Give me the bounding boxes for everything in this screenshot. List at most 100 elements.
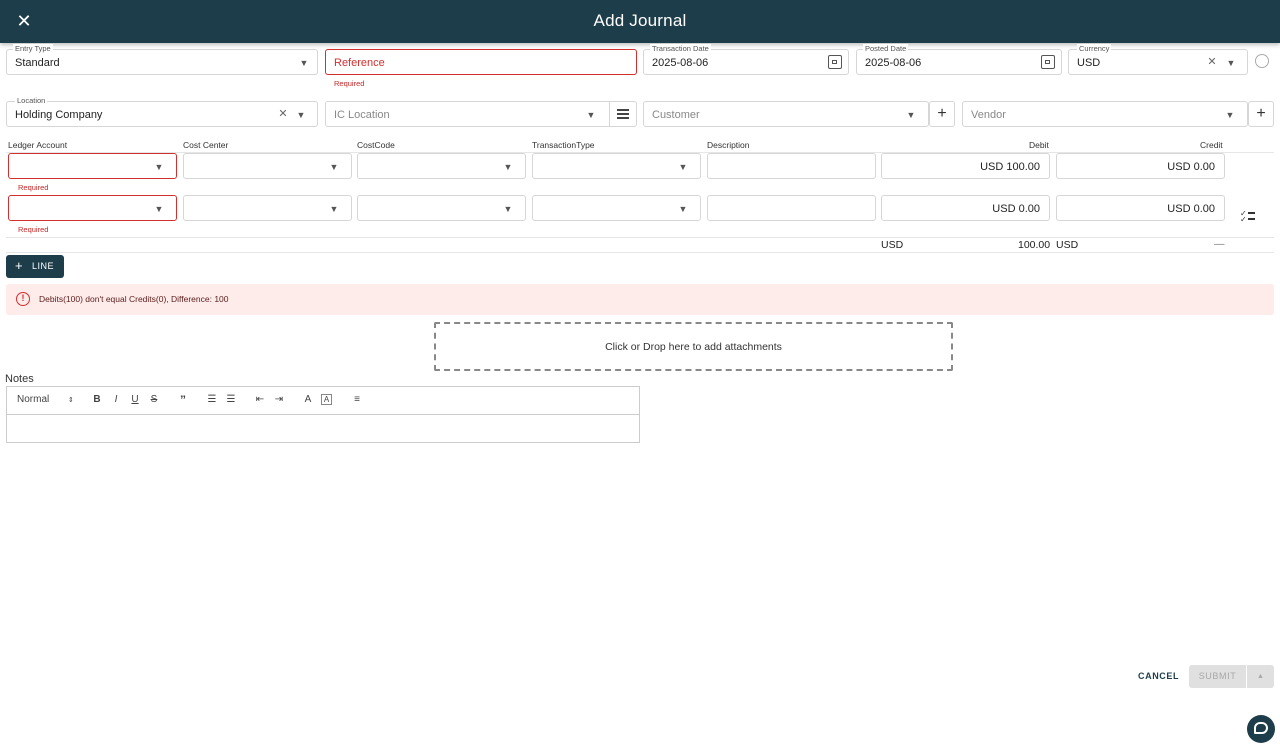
attachments-dropzone[interactable]: Click or Drop here to add attachments xyxy=(434,322,953,371)
cost-center-select[interactable]: ▼ xyxy=(183,153,352,179)
balance-error-message: Debits(100) don't equal Credits(0), Diff… xyxy=(39,294,229,304)
credit-input[interactable]: USD 0.00 xyxy=(1056,153,1225,179)
customer-select[interactable]: Customer ▼ xyxy=(643,101,929,127)
column-header-transaction-type: TransactionType xyxy=(532,140,595,150)
bold-icon[interactable]: B xyxy=(91,394,103,406)
list-menu-icon[interactable] xyxy=(609,102,636,126)
add-vendor-button[interactable]: + xyxy=(1248,101,1274,127)
chevron-down-icon: ▼ xyxy=(678,204,688,214)
ic-location-placeholder: IC Location xyxy=(334,109,390,121)
calendar-icon[interactable] xyxy=(1041,55,1055,69)
page-title: Add Journal xyxy=(593,11,687,30)
location-value: Holding Company xyxy=(15,109,103,121)
bullet-list-icon[interactable]: ☰ xyxy=(225,394,237,406)
chevron-down-icon: ▼ xyxy=(503,162,513,172)
chevron-down-icon[interactable]: ▼ xyxy=(586,110,596,120)
background-color-icon[interactable]: A xyxy=(321,394,332,405)
notes-content[interactable] xyxy=(7,415,639,442)
ledger-account-select[interactable]: ▼ xyxy=(8,195,177,221)
reference-required-error: Required xyxy=(334,79,365,88)
currency-label: Currency xyxy=(1077,44,1112,53)
calendar-icon[interactable] xyxy=(828,55,842,69)
location-select[interactable]: Holding Company ✕ ▼ xyxy=(6,101,318,127)
debit-input[interactable]: USD 100.00 xyxy=(881,153,1050,179)
ledger-account-required-error: Required xyxy=(18,183,49,192)
column-header-debit: Debit xyxy=(1029,140,1049,150)
transaction-type-select[interactable]: ▼ xyxy=(532,195,701,221)
add-customer-button[interactable]: + xyxy=(929,101,955,127)
attachments-text: Click or Drop here to add attachments xyxy=(605,341,782,353)
outdent-icon[interactable]: ⇤ xyxy=(254,394,266,406)
ordered-list-icon[interactable]: ☰ xyxy=(206,394,218,406)
description-input[interactable] xyxy=(707,153,876,179)
chevron-down-icon[interactable]: ▼ xyxy=(1225,110,1235,120)
add-line-label: LINE xyxy=(32,261,55,271)
entry-type-value: Standard xyxy=(15,57,60,69)
transaction-date-value: 2025-08-06 xyxy=(652,57,709,69)
cancel-button[interactable]: CANCEL xyxy=(1138,671,1179,681)
submit-options-icon[interactable]: ▲ xyxy=(1247,665,1274,688)
indent-icon[interactable]: ⇥ xyxy=(273,394,285,406)
transaction-type-select[interactable]: ▼ xyxy=(532,153,701,179)
chevron-down-icon: ▼ xyxy=(678,162,688,172)
notes-label: Notes xyxy=(5,373,34,385)
cost-center-select[interactable]: ▼ xyxy=(183,195,352,221)
text-color-icon[interactable]: A xyxy=(302,394,314,406)
debit-value: USD 100.00 xyxy=(980,161,1040,173)
ledger-account-select[interactable]: ▼ xyxy=(8,153,177,179)
chat-support-icon[interactable] xyxy=(1247,715,1275,743)
chevron-down-icon[interactable]: ▼ xyxy=(1226,58,1236,68)
reference-placeholder: Reference xyxy=(334,57,385,69)
ic-location-select[interactable]: IC Location ▼ xyxy=(325,101,637,127)
chevron-down-icon: ▼ xyxy=(329,162,339,172)
blockquote-icon[interactable]: ” xyxy=(177,394,189,406)
history-icon[interactable] xyxy=(1255,54,1269,68)
app-header: ✕ Add Journal xyxy=(0,0,1280,43)
chevron-down-icon: ▼ xyxy=(299,58,309,68)
italic-icon[interactable]: I xyxy=(110,394,122,406)
chevron-down-icon: ▼ xyxy=(154,204,164,214)
column-header-cost-center: Cost Center xyxy=(183,140,229,150)
vendor-placeholder: Vendor xyxy=(971,109,1006,121)
format-arrows-icon: ⇕ xyxy=(68,397,74,404)
add-line-button[interactable]: + LINE xyxy=(6,255,64,278)
underline-icon[interactable]: U xyxy=(129,394,141,406)
plus-icon: + xyxy=(15,258,24,273)
credit-value: USD 0.00 xyxy=(1167,161,1215,173)
align-icon[interactable]: ≡ xyxy=(351,394,363,406)
clear-icon[interactable]: ✕ xyxy=(278,109,288,120)
debit-value: USD 0.00 xyxy=(992,203,1040,215)
customer-placeholder: Customer xyxy=(652,109,700,121)
debit-input[interactable]: USD 0.00 xyxy=(881,195,1050,221)
posted-date-label: Posted Date xyxy=(863,44,909,53)
currency-value: USD xyxy=(1077,57,1101,69)
credit-value: USD 0.00 xyxy=(1167,203,1215,215)
vendor-select[interactable]: Vendor ▼ xyxy=(962,101,1248,127)
chevron-down-icon: ▼ xyxy=(503,204,513,214)
costcode-select[interactable]: ▼ xyxy=(357,195,526,221)
notes-editor: Normal ⇕ B I U S ” ☰ ☰ ⇤ ⇥ A A ≡ xyxy=(6,386,640,443)
column-header-ledger-account: Ledger Account xyxy=(8,140,68,150)
chevron-down-icon[interactable]: ▼ xyxy=(296,110,306,120)
line-checklist-icon[interactable]: ✓ ✓ xyxy=(1240,209,1256,224)
chevron-down-icon[interactable]: ▼ xyxy=(906,110,916,120)
totals-debit: 100.00 xyxy=(1018,239,1051,251)
chevron-down-icon: ▼ xyxy=(154,162,164,172)
submit-button[interactable]: SUBMIT xyxy=(1189,665,1246,688)
format-select[interactable]: Normal ⇕ xyxy=(17,394,74,405)
column-header-credit: Credit xyxy=(1200,140,1223,150)
plus-icon: + xyxy=(1256,105,1266,122)
credit-input[interactable]: USD 0.00 xyxy=(1056,195,1225,221)
totals-currency-right: USD xyxy=(1056,239,1079,251)
description-input[interactable] xyxy=(707,195,876,221)
clear-icon[interactable]: ✕ xyxy=(1207,57,1217,68)
column-header-costcode: CostCode xyxy=(357,140,395,150)
chevron-down-icon: ▼ xyxy=(329,204,339,214)
entry-type-select[interactable]: Standard ▼ xyxy=(6,49,318,75)
costcode-select[interactable]: ▼ xyxy=(357,153,526,179)
totals-currency-left: USD xyxy=(881,239,904,251)
reference-input[interactable]: Reference xyxy=(325,49,637,75)
strikethrough-icon[interactable]: S xyxy=(148,394,160,406)
transaction-date-label: Transaction Date xyxy=(650,44,711,53)
divider xyxy=(6,237,1274,238)
